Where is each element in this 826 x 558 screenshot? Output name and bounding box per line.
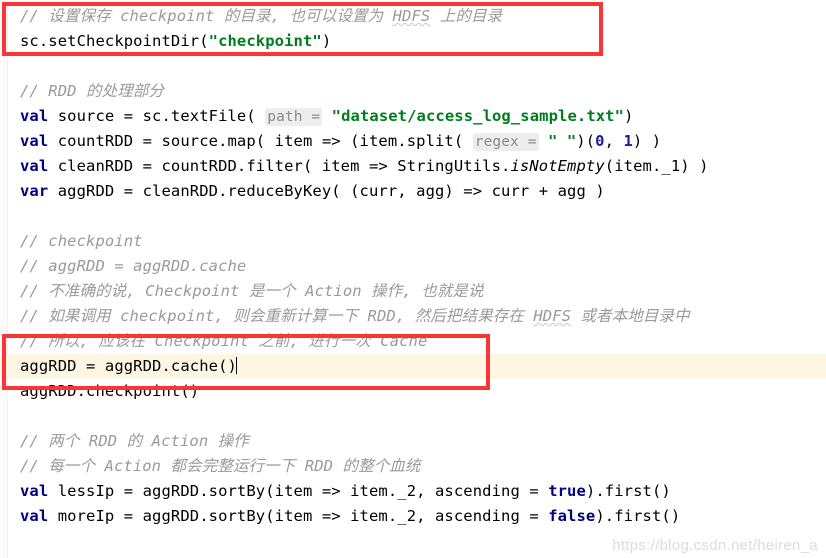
code-line-6[interactable]: val countRDD = source.map( item => (item… — [0, 129, 826, 154]
method-call: sc.setCheckpointDir( — [20, 32, 209, 50]
code-line-8[interactable]: var aggRDD = cleanRDD.reduceByKey( (curr… — [0, 179, 826, 204]
close-paren: ) — [624, 107, 634, 125]
comma: , — [604, 132, 624, 150]
code-line-3-blank[interactable] — [0, 54, 826, 79]
code-line-16[interactable]: aggRDD.checkpoint() — [0, 379, 826, 404]
code-line-17-blank[interactable] — [0, 404, 826, 429]
number-literal: 0 — [595, 132, 605, 150]
expression: source = sc.textFile( — [48, 107, 266, 125]
code-line-13[interactable]: // 如果调用 checkpoint, 则会重新计算一下 RDD, 然后把结果存… — [0, 304, 826, 329]
expression: aggRDD = cleanRDD.reduceByKey( (curr, ag… — [48, 182, 605, 200]
string-literal: "checkpoint" — [208, 32, 322, 50]
code-line-15-active[interactable]: aggRDD = aggRDD.cache() — [0, 354, 826, 379]
expression-cont: ).first() — [595, 507, 681, 525]
comment-text: // 每一个 Action 都会完整运行一下 RDD 的整个血统 — [20, 457, 421, 475]
code-editor[interactable]: // 设置保存 checkpoint 的目录, 也可以设置为 HDFS 上的目录… — [0, 0, 826, 558]
keyword-val: val — [20, 157, 49, 175]
comment-text: // 两个 RDD 的 Action 操作 — [20, 432, 249, 450]
spellcheck-word: HDFS — [533, 307, 572, 325]
keyword-val: val — [20, 132, 49, 150]
keyword-val: val — [20, 107, 49, 125]
expression: countRDD = source.map( item => (item.spl… — [48, 132, 473, 150]
code-line-14[interactable]: // 所以, 应该在 Checkpoint 之前, 进行一次 Cache — [0, 329, 826, 354]
expression: lessIp = aggRDD.sortBy(item => item._2, … — [48, 482, 549, 500]
code-lines-container[interactable]: // 设置保存 checkpoint 的目录, 也可以设置为 HDFS 上的目录… — [0, 0, 826, 529]
code-line-11[interactable]: // aggRDD = aggRDD.cache — [0, 254, 826, 279]
close-parens: ) ) — [632, 132, 662, 150]
comment-text: // aggRDD = aggRDD.cache — [20, 257, 247, 275]
expression: cleanRDD = countRDD.filter( item => Stri… — [48, 157, 511, 175]
code-line-19[interactable]: // 每一个 Action 都会完整运行一下 RDD 的整个血统 — [0, 454, 826, 479]
boolean-true: true — [548, 482, 586, 500]
code-line-9-blank[interactable] — [0, 204, 826, 229]
code-line-2[interactable]: sc.setCheckpointDir("checkpoint") — [0, 29, 826, 54]
string-literal: "dataset/access_log_sample.txt" — [331, 107, 625, 125]
code-line-20[interactable]: val lessIp = aggRDD.sortBy(item => item.… — [0, 479, 826, 504]
keyword-val: val — [20, 507, 49, 525]
number-literal: 1 — [623, 132, 633, 150]
code-line-10[interactable]: // checkpoint — [0, 229, 826, 254]
code-line-4[interactable]: // RDD 的处理部分 — [0, 79, 826, 104]
expression-cont: ).first() — [585, 482, 671, 500]
comment-text: // 所以, 应该在 Checkpoint 之前, 进行一次 Cache — [20, 332, 428, 350]
comment-text: // checkpoint — [20, 232, 143, 250]
comment-text: // 设置保存 checkpoint 的目录, 也可以设置为 HDFS 上的目录 — [20, 7, 503, 25]
keyword-val: val — [20, 482, 49, 500]
cache-assignment: aggRDD = aggRDD.cache() — [20, 357, 237, 375]
comment-text: // RDD 的处理部分 — [20, 82, 165, 100]
watermark-text: https://blog.csdn.net/heiren_a — [612, 537, 818, 554]
param-hint-regex: regex = — [472, 133, 539, 151]
spellcheck-word: HDFS — [392, 7, 431, 25]
code-line-5[interactable]: val source = sc.textFile( path = "datase… — [0, 104, 826, 129]
string-literal: " " — [547, 132, 577, 150]
boolean-false: false — [548, 507, 596, 525]
text-caret — [235, 357, 237, 374]
keyword-var: var — [20, 182, 49, 200]
comment-text: // 如果调用 checkpoint, 则会重新计算一下 RDD, 然后把结果存… — [20, 307, 690, 325]
code-line-12[interactable]: // 不准确的说, Checkpoint 是一个 Action 操作, 也就是说 — [0, 279, 826, 304]
code-line-21[interactable]: val moreIp = aggRDD.sortBy(item => item.… — [0, 504, 826, 529]
param-hint-path: path = — [265, 108, 323, 126]
checkpoint-call: aggRDD.checkpoint() — [20, 382, 200, 400]
static-method-isnotempty: isNotEmpty — [510, 157, 605, 175]
close-paren: ) — [321, 32, 332, 50]
expression-cont: (item._1) ) — [604, 157, 709, 175]
code-line-7[interactable]: val cleanRDD = countRDD.filter( item => … — [0, 154, 826, 179]
comment-text: // 不准确的说, Checkpoint 是一个 Action 操作, 也就是说 — [20, 282, 484, 300]
expression-cont: )( — [576, 132, 596, 150]
expression: moreIp = aggRDD.sortBy(item => item._2, … — [48, 507, 549, 525]
code-line-1[interactable]: // 设置保存 checkpoint 的目录, 也可以设置为 HDFS 上的目录 — [0, 4, 826, 29]
code-line-18[interactable]: // 两个 RDD 的 Action 操作 — [0, 429, 826, 454]
